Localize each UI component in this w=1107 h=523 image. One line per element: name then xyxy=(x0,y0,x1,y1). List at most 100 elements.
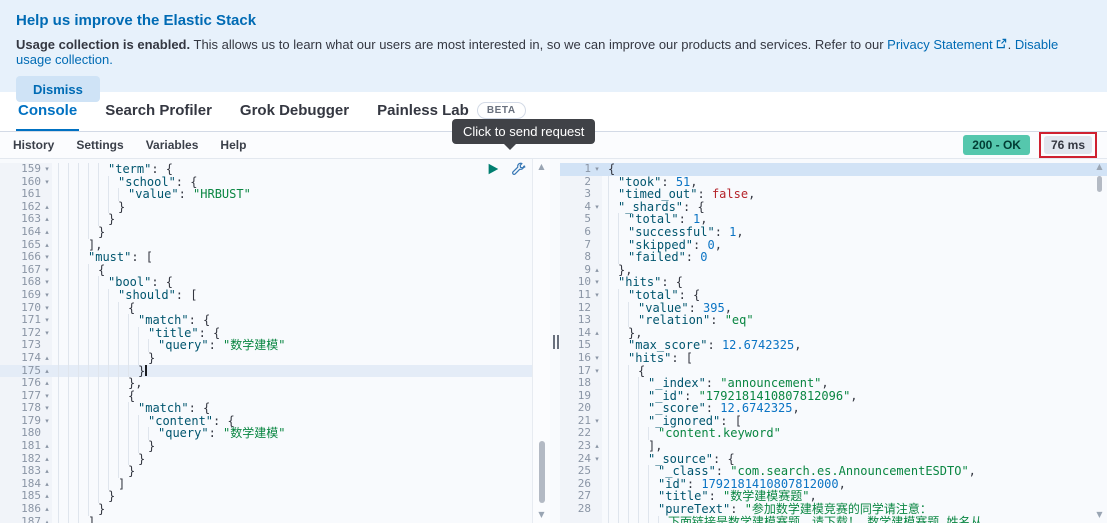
code-content: "hits": [ xyxy=(602,352,1107,365)
code-line: 177 ▾{ xyxy=(0,389,532,403)
code-line: 23 ▴], xyxy=(560,439,1107,453)
code-content: "failed": 0 xyxy=(602,251,1107,264)
fold-toggle-icon[interactable]: ▴ xyxy=(42,465,52,478)
code-content: } xyxy=(52,226,532,239)
send-request-button[interactable] xyxy=(485,162,501,178)
line-number: 20 xyxy=(577,401,591,415)
fold-toggle-icon[interactable]: ▴ xyxy=(42,516,52,523)
fold-toggle-icon[interactable]: ▾ xyxy=(42,176,52,189)
resizer-grip-icon xyxy=(553,335,559,349)
fold-toggle-icon[interactable]: ▾ xyxy=(42,327,52,340)
fold-toggle-icon[interactable]: ▾ xyxy=(42,415,52,428)
line-number: 186 xyxy=(21,502,41,516)
fold-toggle-icon[interactable]: ▾ xyxy=(42,163,52,176)
banner-title: Help us improve the Elastic Stack xyxy=(16,12,257,29)
code-content: "relation": "eq" xyxy=(602,314,1107,327)
fold-toggle-icon[interactable]: ▴ xyxy=(42,453,52,466)
code-content: "title": { xyxy=(52,326,532,340)
fold-toggle-icon[interactable]: ▴ xyxy=(42,377,52,390)
code-line: 173 "query": "数学建模" xyxy=(0,339,532,352)
fold-toggle-icon[interactable]: ▴ xyxy=(42,226,52,239)
menu-variables[interactable]: Variables xyxy=(135,138,210,152)
code-content: "must": [ xyxy=(52,251,532,264)
fold-toggle-icon[interactable]: ▴ xyxy=(42,490,52,503)
line-number: 16 xyxy=(577,350,591,364)
fold-toggle-icon[interactable]: ▾ xyxy=(42,276,52,289)
console-split-view: 159 ▾ "term": {160 ▾ "school": {161 "value": … xyxy=(0,158,1107,523)
fold-toggle-icon[interactable]: ▾ xyxy=(42,289,52,302)
fold-toggle-icon[interactable]: ▴ xyxy=(42,365,52,378)
fold-toggle-icon[interactable]: ▴ xyxy=(42,503,52,516)
line-number: 13 xyxy=(577,313,591,327)
code-content: } xyxy=(52,364,532,378)
line-number: 6 xyxy=(584,224,591,238)
line-number: 28 xyxy=(577,502,591,516)
scroll-down-arrow[interactable]: ▼ xyxy=(533,511,550,519)
code-line: 180 "query": "数学建模" xyxy=(0,427,532,441)
code-content: { xyxy=(52,301,532,315)
fold-toggle-icon[interactable]: ▾ xyxy=(592,163,602,176)
fold-toggle-icon[interactable]: ▴ xyxy=(42,213,52,226)
fold-toggle-icon[interactable]: ▴ xyxy=(42,201,52,214)
fold-toggle-icon[interactable]: ▾ xyxy=(592,415,602,428)
fold-toggle-icon[interactable]: ▴ xyxy=(592,440,602,453)
usage-collection-banner: Help us improve the Elastic Stack Usage … xyxy=(0,0,1107,102)
code-line: 下面链接是数学建模赛题，请下载！ 数学建模赛题 姓名从 xyxy=(560,515,1107,523)
fold-toggle-icon[interactable]: ▴ xyxy=(592,327,602,340)
line-number: 18 xyxy=(577,376,591,390)
code-line: 164 ▴} xyxy=(0,225,532,239)
scroll-up-arrow[interactable]: ▲ xyxy=(1092,163,1107,171)
code-content: "school": { xyxy=(52,175,532,189)
code-line: 183 ▴} xyxy=(0,465,532,478)
banner-separator: . xyxy=(1007,37,1015,52)
scrollbar-thumb[interactable] xyxy=(539,441,545,503)
fold-toggle-icon[interactable]: ▾ xyxy=(592,365,602,378)
fold-toggle-icon[interactable]: ▾ xyxy=(42,314,52,327)
fold-toggle-icon[interactable]: ▾ xyxy=(42,264,52,277)
tab-grok-debugger[interactable]: Grok Debugger xyxy=(238,92,351,131)
fold-toggle-icon[interactable]: ▾ xyxy=(592,352,602,365)
response-viewer[interactable]: 1 ▾{2 "took": 51, 3 "timed_out": false, 4 ▾ "_s… xyxy=(560,159,1107,523)
code-content: "content": { xyxy=(52,415,532,428)
fold-toggle-icon[interactable]: ▴ xyxy=(42,478,52,491)
tab-console[interactable]: Console xyxy=(16,92,80,131)
line-number: 23 xyxy=(577,439,591,453)
fold-toggle-icon[interactable]: ▾ xyxy=(42,251,52,264)
fold-toggle-icon[interactable]: ▴ xyxy=(42,239,52,252)
fold-toggle-icon[interactable]: ▾ xyxy=(592,201,602,214)
code-content: { xyxy=(52,389,532,403)
fold-toggle-icon[interactable]: ▾ xyxy=(592,289,602,302)
privacy-statement-link[interactable]: Privacy Statement xyxy=(887,37,993,52)
code-line: 186 ▴} xyxy=(0,502,532,516)
request-options-button[interactable] xyxy=(510,162,526,178)
code-line: 17 ▾{ xyxy=(560,364,1107,378)
scroll-up-arrow[interactable]: ▲ xyxy=(533,163,550,171)
code-content: "query": "数学建模" xyxy=(52,427,532,441)
fold-toggle-icon[interactable]: ▾ xyxy=(42,302,52,315)
fold-toggle-icon[interactable]: ▾ xyxy=(592,276,602,289)
pane-resizer[interactable] xyxy=(550,159,560,523)
menu-help[interactable]: Help xyxy=(209,138,257,152)
request-editor[interactable]: 159 ▾ "term": {160 ▾ "school": {161 "value": … xyxy=(0,159,532,523)
code-line: 169 ▾ "should": [ xyxy=(0,287,532,302)
code-line: 170 ▾{ xyxy=(0,301,532,315)
send-request-tooltip: Click to send request xyxy=(452,119,596,150)
code-content: "match": { xyxy=(52,314,532,327)
fold-toggle-icon[interactable]: ▾ xyxy=(42,402,52,415)
code-line: 178 ▾ "match": { xyxy=(0,402,532,415)
line-number: 181 xyxy=(21,439,41,453)
line-number: 169 xyxy=(21,287,41,301)
tab-search-profiler[interactable]: Search Profiler xyxy=(103,92,214,131)
code-line: 176 ▴}, xyxy=(0,376,532,390)
fold-toggle-icon[interactable]: ▾ xyxy=(42,390,52,403)
scroll-down-arrow[interactable]: ▼ xyxy=(1092,511,1107,519)
code-line: 165 ▴], xyxy=(0,238,532,252)
fold-toggle-icon[interactable]: ▴ xyxy=(592,264,602,277)
fold-toggle-icon[interactable]: ▾ xyxy=(592,453,602,466)
menu-settings[interactable]: Settings xyxy=(65,138,134,152)
fold-toggle-icon[interactable]: ▴ xyxy=(42,440,52,453)
fold-toggle-icon[interactable]: ▴ xyxy=(42,352,52,365)
menu-history[interactable]: History xyxy=(2,138,65,152)
scrollbar-thumb[interactable] xyxy=(1097,176,1102,192)
code-line: 181 ▴} xyxy=(0,439,532,453)
